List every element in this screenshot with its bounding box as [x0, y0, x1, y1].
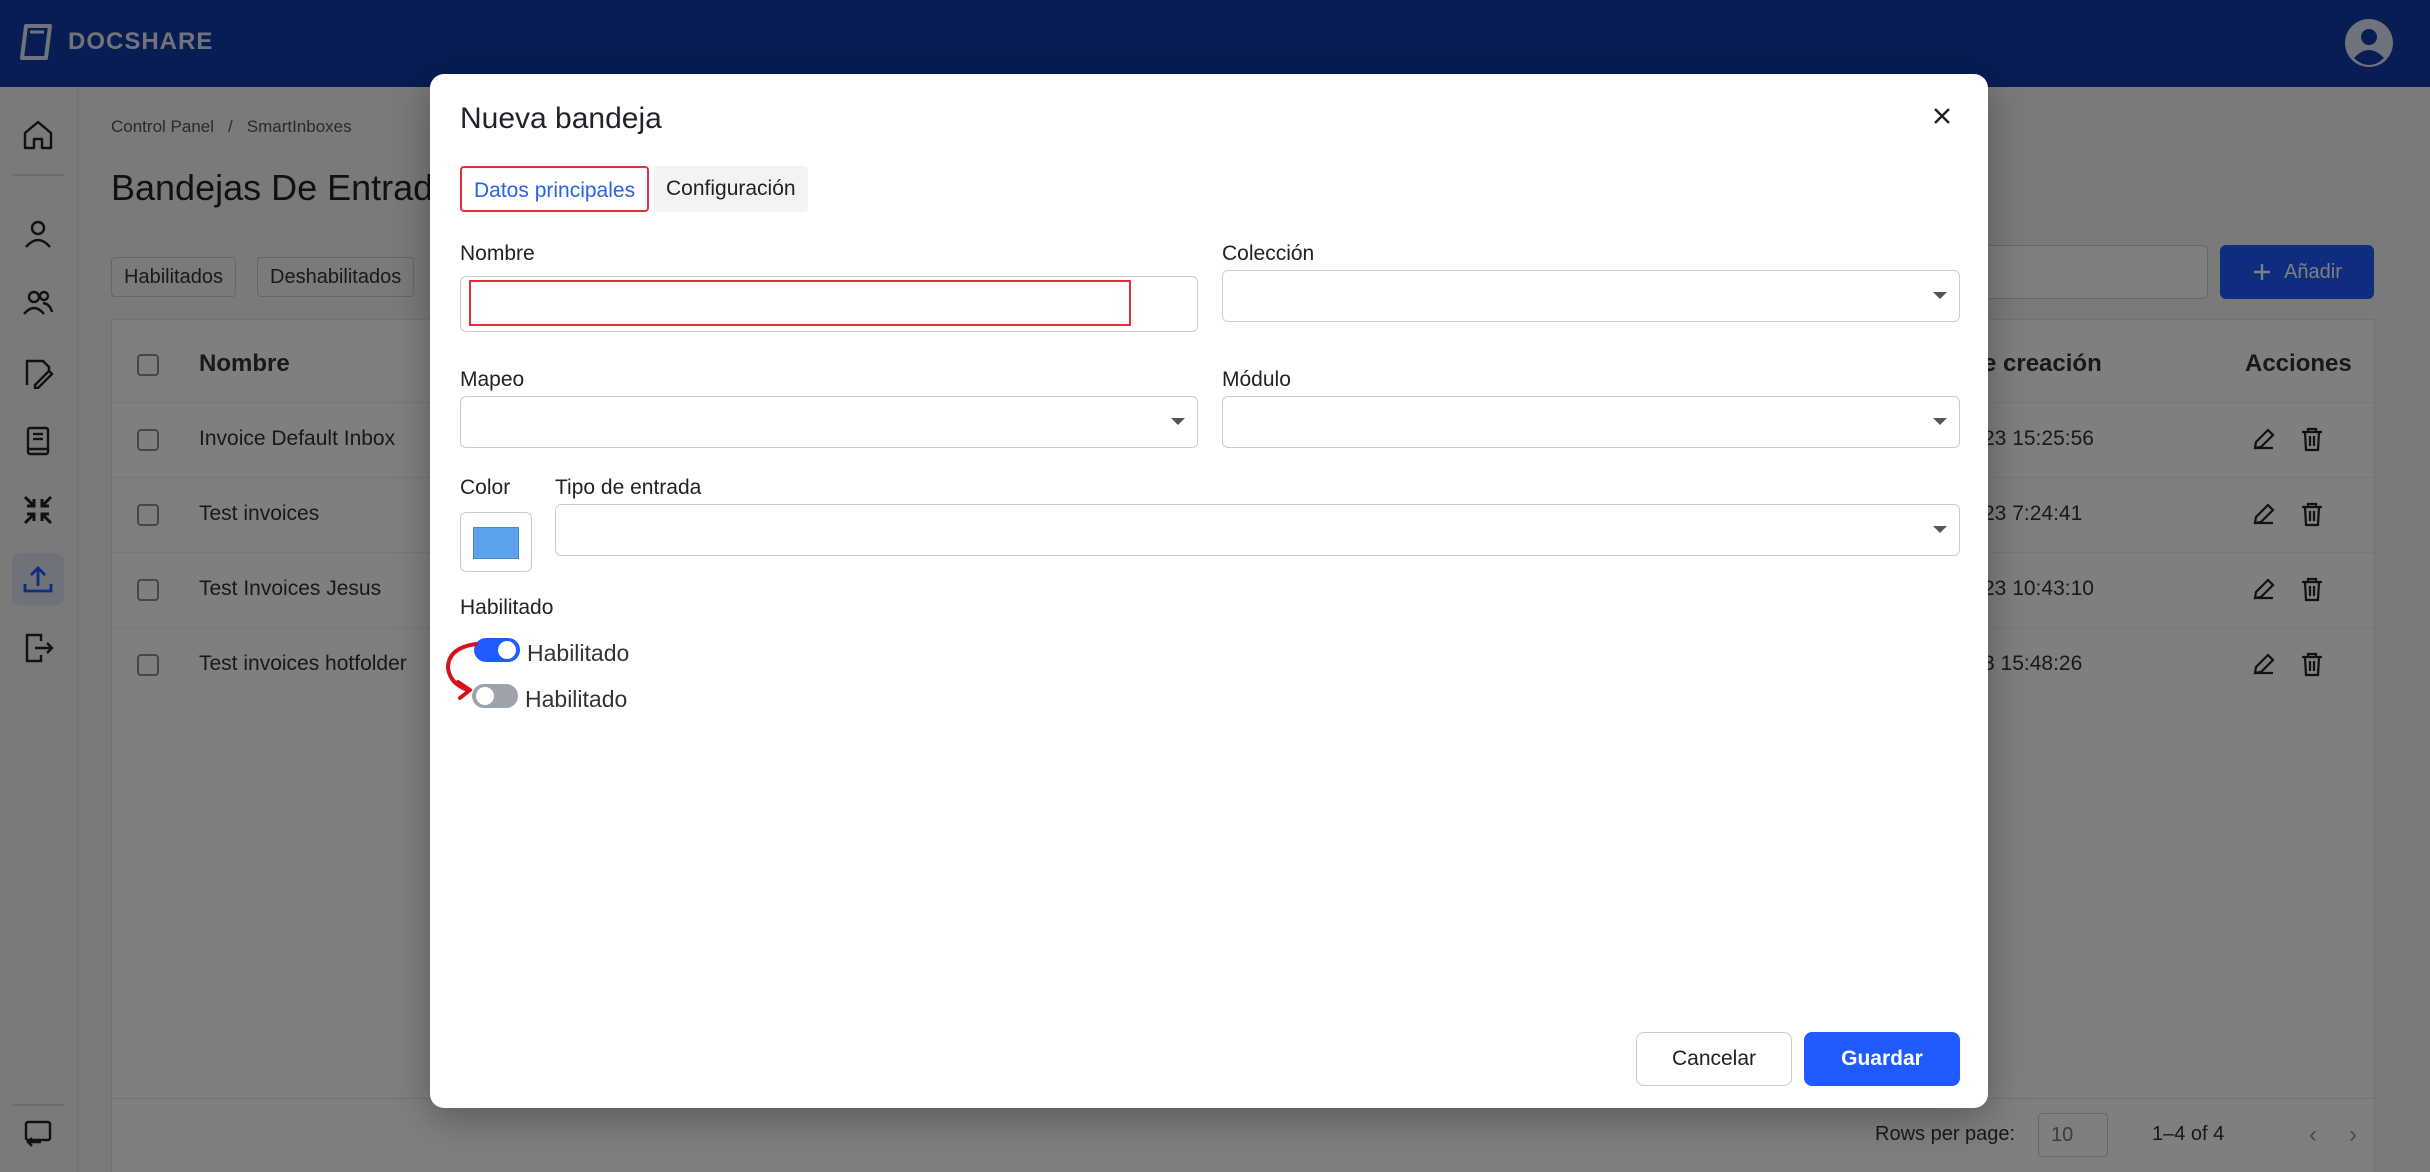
modulo-label: Módulo: [1222, 368, 1291, 391]
tab-configuracion[interactable]: Configuración: [654, 166, 808, 212]
new-inbox-dialog: Nueva bandeja Datos principales Configur…: [430, 74, 1988, 1108]
nombre-label: Nombre: [460, 242, 535, 265]
nombre-field: [460, 276, 1198, 332]
color-swatch: [473, 527, 519, 559]
tipo-entrada-label: Tipo de entrada: [555, 476, 702, 499]
habilitado-toggle-off-label: Habilitado: [525, 686, 628, 712]
close-button[interactable]: [1926, 100, 1958, 132]
modulo-select[interactable]: [1222, 396, 1960, 448]
mapeo-select[interactable]: [460, 396, 1198, 448]
color-picker[interactable]: [460, 512, 532, 572]
coleccion-select[interactable]: [1222, 270, 1960, 322]
tipo-entrada-select[interactable]: [555, 504, 1960, 556]
chevron-down-icon: [1933, 292, 1947, 299]
tab-datos-principales[interactable]: Datos principales: [460, 166, 650, 212]
mapeo-label: Mapeo: [460, 368, 525, 391]
coleccion-label: Colección: [1222, 242, 1315, 265]
habilitado-section-label: Habilitado: [460, 596, 554, 619]
chevron-down-icon: [1933, 526, 1947, 533]
curved-arrow-icon: [445, 642, 478, 700]
dialog-title: Nueva bandeja: [460, 102, 662, 135]
habilitado-toggle-on-label: Habilitado: [527, 640, 630, 666]
chevron-down-icon: [1171, 418, 1185, 425]
nombre-input[interactable]: [469, 280, 1131, 326]
close-icon: [1934, 108, 1950, 124]
chevron-down-icon: [1933, 418, 1947, 425]
cancel-button[interactable]: Cancelar: [1636, 1032, 1792, 1086]
save-button[interactable]: Guardar: [1804, 1032, 1960, 1086]
color-label: Color: [460, 476, 511, 499]
